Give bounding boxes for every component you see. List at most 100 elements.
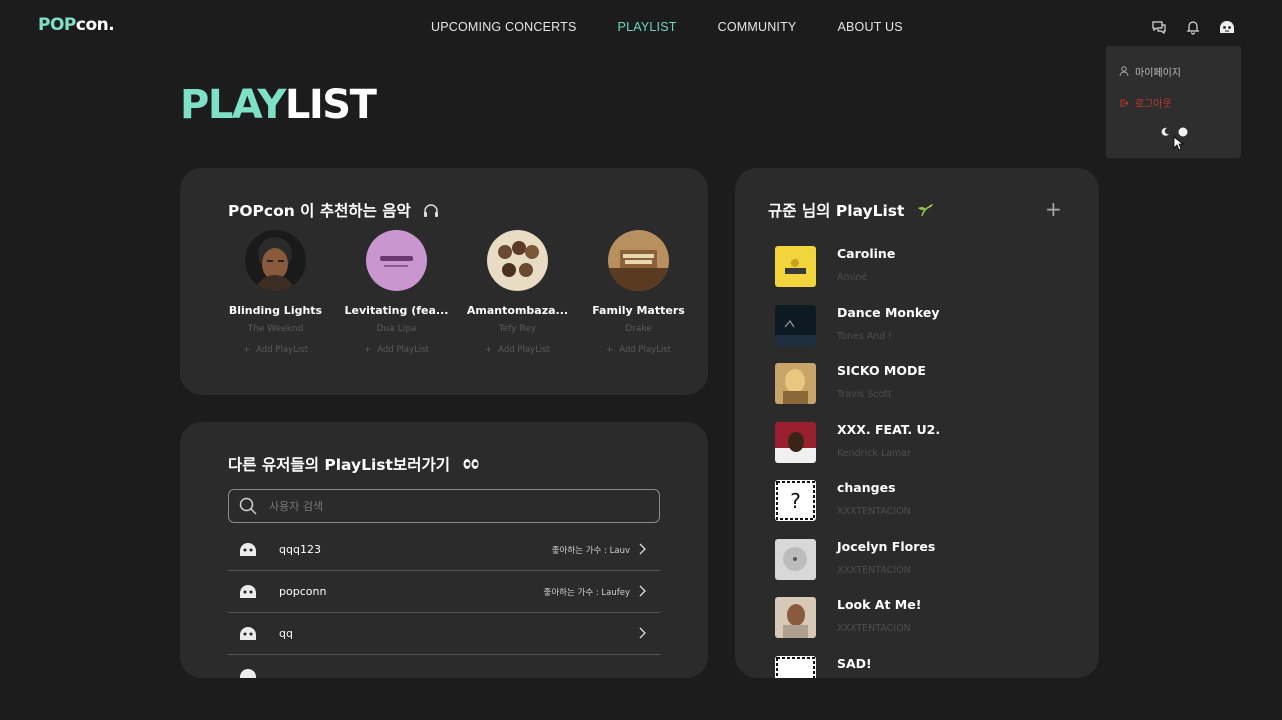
user-search-input[interactable] — [269, 499, 649, 513]
svg-text:?: ? — [790, 489, 801, 513]
song-title: Look At Me! — [837, 597, 922, 612]
recommend-title: Amantombaza... — [466, 304, 569, 317]
album-cover — [245, 230, 306, 291]
song-title: SICKO MODE — [837, 363, 926, 378]
song-artist: Kendrick Lamar — [837, 447, 912, 459]
album-cover — [775, 363, 816, 404]
user-avatar-icon[interactable] — [1218, 18, 1236, 36]
person-icon — [1119, 66, 1129, 77]
nav-icons — [1150, 18, 1236, 36]
user-avatar-icon — [240, 627, 256, 640]
page-title-play: PLAY — [180, 82, 286, 128]
search-icon — [239, 497, 257, 515]
song-list-item[interactable]: ? changes XXXTENTACION — [775, 478, 1075, 537]
user-favorite-artist: 좋아하는 가수 : Laufey — [543, 587, 630, 598]
add-playlist-label: Add PlayList — [619, 345, 671, 355]
page-title: PLAYLIST — [180, 82, 377, 128]
dropdown-logout[interactable]: 로그아웃 — [1119, 95, 1172, 110]
user-name: popconn — [279, 585, 327, 598]
recommend-card: POPcon 이 추천하는 음악 Blinding Lights The Wee… — [180, 168, 708, 395]
recommend-title: Blinding Lights — [228, 304, 323, 317]
my-song-list: Caroline Aminé Dance Monkey Tones And I … — [775, 244, 1075, 678]
song-list-item[interactable]: Look At Me! XXXTENTACION — [775, 595, 1075, 654]
recommend-artist: Tefy Rey — [498, 324, 537, 334]
add-playlist-label: Add PlayList — [498, 345, 550, 355]
mouse-cursor-icon — [1173, 136, 1184, 151]
recommend-heading: POPcon 이 추천하는 음악 — [228, 199, 439, 221]
add-playlist-button[interactable]: + Add PlayList — [364, 345, 429, 355]
album-cover — [775, 304, 816, 346]
bell-icon[interactable] — [1184, 18, 1202, 36]
user-search-box[interactable] — [228, 489, 660, 523]
song-list-item[interactable]: Jocelyn Flores XXXTENTACION — [775, 537, 1075, 596]
logo-con-text: con. — [75, 15, 115, 35]
logo-pop-text: POP — [38, 15, 76, 35]
user-name: qq — [279, 627, 293, 640]
user-list: qqq123 좋아하는 가수 : Lauv popconn 좋아하는 가수 : … — [228, 529, 660, 678]
user-avatar-icon — [240, 669, 256, 678]
album-cover — [775, 421, 816, 463]
top-navigation: POPcon. UPCOMING CONCERTS PLAYLIST COMMU… — [0, 0, 1282, 54]
add-playlist-button[interactable]: + Add PlayList — [606, 345, 671, 355]
song-list-item[interactable]: XXX. FEAT. U2. Kendrick Lamar — [775, 420, 1075, 479]
add-playlist-button[interactable]: + Add PlayList — [485, 345, 550, 355]
song-artist: XXXTENTACION — [837, 506, 911, 517]
chat-icon[interactable] — [1150, 18, 1168, 36]
plus-icon: + — [485, 345, 493, 355]
album-cover — [775, 597, 816, 638]
logout-icon — [1120, 99, 1129, 106]
song-title: XXX. FEAT. U2. — [837, 421, 941, 437]
nav-playlist[interactable]: PLAYLIST — [618, 20, 677, 34]
recommend-list: Blinding Lights The Weeknd + Add PlayList… — [215, 230, 699, 355]
chevron-right-icon — [639, 543, 646, 555]
add-playlist-button[interactable]: + Add PlayList — [243, 345, 308, 355]
user-avatar-icon — [240, 543, 256, 556]
nav-about-us[interactable]: ABOUT US — [837, 20, 902, 34]
user-list-item[interactable]: popconn 좋아하는 가수 : Laufey — [228, 571, 660, 613]
my-playlist-heading-text: 규준 님의 PlayList — [768, 202, 905, 220]
recommend-item[interactable]: Levitating (fea... Dua Lipa + Add PlayLis… — [336, 230, 457, 355]
album-cover — [775, 655, 816, 678]
dropdown-mypage[interactable]: 마이페이지 — [1119, 64, 1181, 79]
plus-icon: + — [606, 345, 614, 355]
song-title: SAD! — [837, 655, 872, 671]
main-nav-links: UPCOMING CONCERTS PLAYLIST COMMUNITY ABO… — [431, 20, 944, 34]
add-playlist-label: Add PlayList — [256, 345, 308, 355]
my-playlist-card: 규준 님의 PlayList + Caroline Aminé Dance Mo… — [735, 168, 1099, 678]
dropdown-logout-label: 로그아웃 — [1135, 99, 1172, 110]
album-cover — [366, 230, 427, 291]
recommend-heading-text: POPcon 이 추천하는 음악 — [228, 202, 411, 220]
user-list-item[interactable]: qqq123 좋아하는 가수 : Lauv — [228, 529, 660, 571]
user-favorite-artist: 좋아하는 가수 : Lauv — [551, 545, 630, 556]
user-list-item[interactable]: qq — [228, 613, 660, 655]
song-title: changes — [837, 480, 896, 495]
album-cover: ? — [775, 480, 816, 521]
plus-icon: + — [364, 345, 372, 355]
popcon-logo[interactable]: POPcon. — [38, 15, 115, 35]
eyes-icon — [463, 459, 479, 469]
nav-upcoming-concerts[interactable]: UPCOMING CONCERTS — [431, 20, 577, 34]
song-list-item[interactable]: SICKO MODE Travis Scott — [775, 361, 1075, 420]
nav-community[interactable]: COMMUNITY — [718, 20, 797, 34]
recommend-title: Family Matters — [592, 304, 685, 317]
recommend-artist: Dua Lipa — [376, 324, 417, 334]
recommend-item[interactable]: Family Matters Drake + Add PlayList — [578, 230, 699, 355]
recommend-item[interactable]: Amantombaza... Tefy Rey + Add PlayList — [457, 230, 578, 355]
recommend-item[interactable]: Blinding Lights The Weeknd + Add PlayList — [215, 230, 336, 355]
page-title-list: LIST — [284, 82, 377, 128]
song-list-item[interactable]: Dance Monkey Tones And I — [775, 303, 1075, 362]
recommend-title: Levitating (fea... — [344, 304, 449, 317]
song-artist: XXXTENTACION — [837, 623, 911, 634]
plus-icon: + — [243, 345, 251, 355]
song-list-item[interactable]: Caroline Aminé — [775, 244, 1075, 303]
user-list-item[interactable] — [228, 655, 660, 678]
song-artist: XXXTENTACION — [837, 564, 911, 576]
other-users-card: 다른 유저들의 PlayList보러가기 qqq123 좋아하는 가수 : La… — [180, 422, 708, 678]
song-list-item[interactable]: SAD! — [775, 654, 1075, 678]
moon-icon — [1161, 127, 1169, 136]
other-users-heading-text: 다른 유저들의 PlayList보러가기 — [228, 456, 450, 474]
chevron-right-icon — [639, 627, 646, 639]
add-song-button[interactable]: + — [1045, 199, 1062, 219]
album-cover — [775, 538, 816, 580]
sprout-icon — [918, 204, 934, 217]
